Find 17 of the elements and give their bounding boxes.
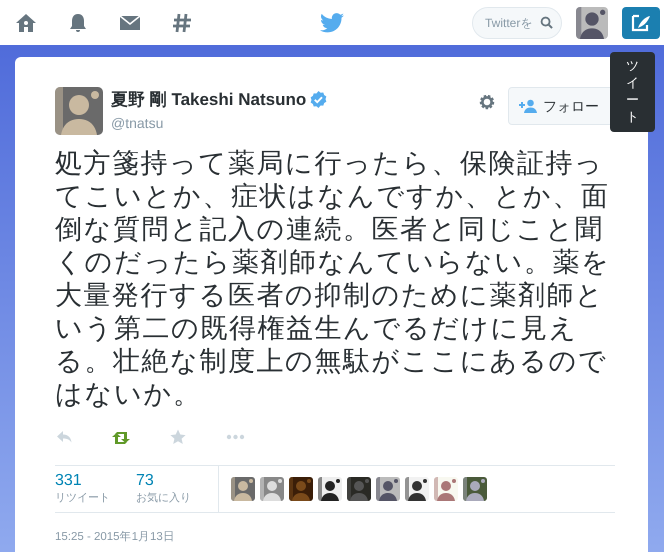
stat-label[interactable]: リツイート [55, 490, 136, 506]
add-user-icon [519, 99, 537, 113]
settings-icon[interactable] [478, 93, 496, 111]
stat-label[interactable]: お気に入り [136, 490, 217, 506]
stat-count[interactable]: 331 [55, 472, 136, 490]
user-handle[interactable]: @tnatsu [111, 112, 328, 134]
tweet-timestamp: 15:25 - 2015年1月13日 [55, 530, 176, 545]
bird-logo-icon[interactable] [320, 12, 344, 34]
compose-icon [630, 12, 652, 32]
favorite-star-icon[interactable] [169, 428, 188, 446]
search-icon[interactable] [540, 16, 553, 28]
tweet-text: 処方箋持って薬局に行ったら、保険証持ってこいとか、症状はなんですか、とか、面倒な質問と記入の連続。医者と同じこと聞くのだったら薬剤師なんていらない。薬を大量発行する医者の抑制のために薬剤師という第二の既得権益生んでるだけに見える。壮絶な制度上の無駄がここにあるのではないか。 [55, 147, 612, 411]
user-name[interactable]: 夏野 剛 Takeshi Natsuno [111, 87, 306, 112]
stat-count[interactable]: 73 [136, 472, 217, 490]
search-field[interactable]: Twitterを [472, 6, 562, 38]
tooltip: ツイート [610, 52, 655, 132]
compose-tweet-button[interactable] [622, 6, 660, 38]
